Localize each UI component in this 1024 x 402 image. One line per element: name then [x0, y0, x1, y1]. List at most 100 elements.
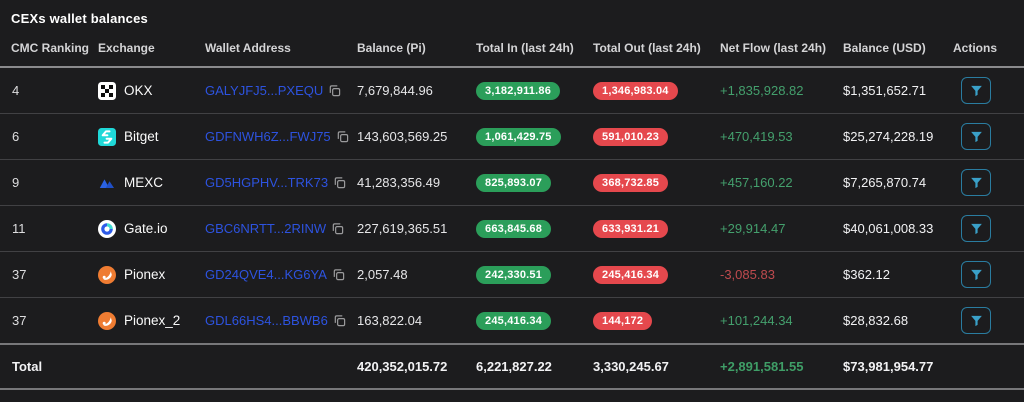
exchange-name: MEXC [124, 175, 164, 190]
row-actions-filter-button[interactable] [961, 77, 991, 104]
row-actions-filter-button[interactable] [961, 123, 991, 150]
cmc-ranking-cell: 37 [0, 251, 90, 298]
wallet-address-link[interactable]: GDL66HS4...BBWB6 [205, 313, 328, 328]
total-in-badge: 242,330.51 [476, 265, 552, 284]
col-header-wallet-address: Wallet Address [197, 35, 349, 68]
total-row: Total 420,352,015.72 6,221,827.22 3,330,… [0, 343, 1024, 390]
cmc-ranking-cell: 4 [0, 67, 90, 114]
filter-icon [970, 315, 982, 326]
row-actions-filter-button[interactable] [961, 307, 991, 334]
filter-icon [970, 85, 982, 96]
exchange-name: OKX [124, 83, 153, 98]
balance-usd-cell: $40,061,008.33 [835, 205, 945, 252]
total-in-badge: 825,893.07 [476, 173, 552, 192]
exchange-cell: Gate.io [98, 219, 189, 238]
filter-icon [970, 131, 982, 142]
net-flow-value: +470,419.53 [720, 129, 793, 144]
balance-pi-cell: 143,603,569.25 [349, 113, 468, 160]
balance-pi-cell: 41,283,356.49 [349, 159, 468, 206]
mexc-logo-icon [98, 174, 116, 192]
copy-icon[interactable] [336, 130, 349, 143]
balance-usd-cell: $25,274,228.19 [835, 113, 945, 160]
row-actions-filter-button[interactable] [961, 261, 991, 288]
cmc-ranking-cell: 9 [0, 159, 90, 206]
net-flow-value: +457,160.22 [720, 175, 793, 190]
row-actions-filter-button[interactable] [961, 169, 991, 196]
col-header-exchange: Exchange [90, 35, 197, 68]
page-title: CEXs wallet balances [11, 11, 148, 26]
wallet-address-link[interactable]: GD5HGPHV...TRK73 [205, 175, 328, 190]
balance-pi-cell: 163,822.04 [349, 297, 468, 345]
net-flow-value: +101,244.34 [720, 313, 793, 328]
table-header-row: CMC Ranking Exchange Wallet Address Bala… [0, 35, 1024, 68]
total-label: Total [0, 343, 349, 390]
table-row: 6 Bitget GDFNWH6Z...FWJ75 143,603,569.25 [0, 113, 1024, 160]
wallet-address-link[interactable]: GDFNWH6Z...FWJ75 [205, 129, 331, 144]
exchange-name: Bitget [124, 129, 159, 144]
col-header-net-flow: Net Flow (last 24h) [712, 35, 835, 68]
copy-icon[interactable] [328, 84, 341, 97]
col-header-balance-pi: Balance (Pi) [349, 35, 468, 68]
exchange-cell: OKX [98, 81, 189, 100]
wallet-address-link[interactable]: GALYJFJ5...PXEQU [205, 83, 323, 98]
total-out-badge: 591,010.23 [593, 127, 669, 146]
exchange-cell: Bitget [98, 127, 189, 146]
copy-icon[interactable] [333, 176, 346, 189]
row-actions-filter-button[interactable] [961, 215, 991, 242]
balance-usd-cell: $28,832.68 [835, 297, 945, 345]
col-header-cmc-ranking: CMC Ranking [0, 35, 90, 68]
exchange-name: Pionex_2 [124, 313, 181, 328]
filter-icon [970, 177, 982, 188]
table-row: 4 OKX GALYJFJ5...PXEQU 7,679,844.96 3,18… [0, 67, 1024, 114]
pionex-logo-icon [98, 311, 116, 330]
total-out-badge: 245,416.34 [593, 265, 669, 284]
copy-icon[interactable] [332, 268, 345, 281]
total-in-badge: 663,845.68 [476, 219, 552, 238]
copy-icon[interactable] [333, 314, 346, 327]
col-header-total-out: Total Out (last 24h) [585, 35, 712, 68]
exchange-name: Gate.io [124, 221, 168, 236]
exchange-cell: Pionex_2 [98, 311, 189, 330]
pionex-logo-icon [98, 265, 116, 284]
wallet-address-link[interactable]: GBC6NRTT...2RINW [205, 221, 326, 236]
total-in-badge: 245,416.34 [476, 311, 552, 330]
table-row: 37 Pionex_2 GDL66HS4...BBWB6 163,822.04 [0, 297, 1024, 345]
filter-icon [970, 269, 982, 280]
total-balance-usd: $73,981,954.77 [835, 343, 945, 390]
total-in-sum: 6,221,827.22 [468, 343, 585, 390]
net-flow-value: -3,085.83 [720, 267, 775, 282]
bitget-logo-icon [98, 127, 116, 146]
total-out-badge: 368,732.85 [593, 173, 669, 192]
net-flow-value: +1,835,928.82 [720, 83, 804, 98]
filter-icon [970, 223, 982, 234]
copy-icon[interactable] [331, 222, 344, 235]
exchange-cell: MEXC [98, 174, 189, 192]
total-out-badge: 1,346,983.04 [593, 81, 678, 100]
exchange-cell: Pionex [98, 265, 189, 284]
total-net-flow: +2,891,581.55 [720, 359, 804, 374]
col-header-actions: Actions [945, 35, 1024, 68]
table-row: 37 Pionex GD24QVE4...KG6YA 2,057.48 242,… [0, 251, 1024, 298]
total-in-badge: 1,061,429.75 [476, 127, 561, 146]
balance-pi-cell: 227,619,365.51 [349, 205, 468, 252]
balance-usd-cell: $7,265,870.74 [835, 159, 945, 206]
balance-usd-cell: $1,351,652.71 [835, 67, 945, 114]
total-balance-pi: 420,352,015.72 [349, 343, 468, 390]
cmc-ranking-cell: 37 [0, 297, 90, 345]
net-flow-value: +29,914.47 [720, 221, 786, 236]
total-out-badge: 144,172 [593, 311, 653, 330]
col-header-total-in: Total In (last 24h) [468, 35, 585, 68]
total-out-sum: 3,330,245.67 [585, 343, 712, 390]
gateio-logo-icon [98, 219, 116, 238]
wallet-address-link[interactable]: GD24QVE4...KG6YA [205, 267, 327, 282]
col-header-balance-usd: Balance (USD) [835, 35, 945, 68]
cmc-ranking-cell: 6 [0, 113, 90, 160]
total-in-badge: 3,182,911.86 [476, 81, 561, 100]
total-out-badge: 633,931.21 [593, 219, 669, 238]
cex-balances-table: CMC Ranking Exchange Wallet Address Bala… [0, 35, 1024, 390]
exchange-name: Pionex [124, 267, 166, 282]
okx-logo-icon [98, 81, 116, 100]
table-row: 11 Gate.io GBC6NRTT...2RINW 227,619,365. [0, 205, 1024, 252]
table-row: 9 MEXC GD5HGPHV...TRK73 41,283,356.49 82… [0, 159, 1024, 206]
balance-usd-cell: $362.12 [835, 251, 945, 298]
